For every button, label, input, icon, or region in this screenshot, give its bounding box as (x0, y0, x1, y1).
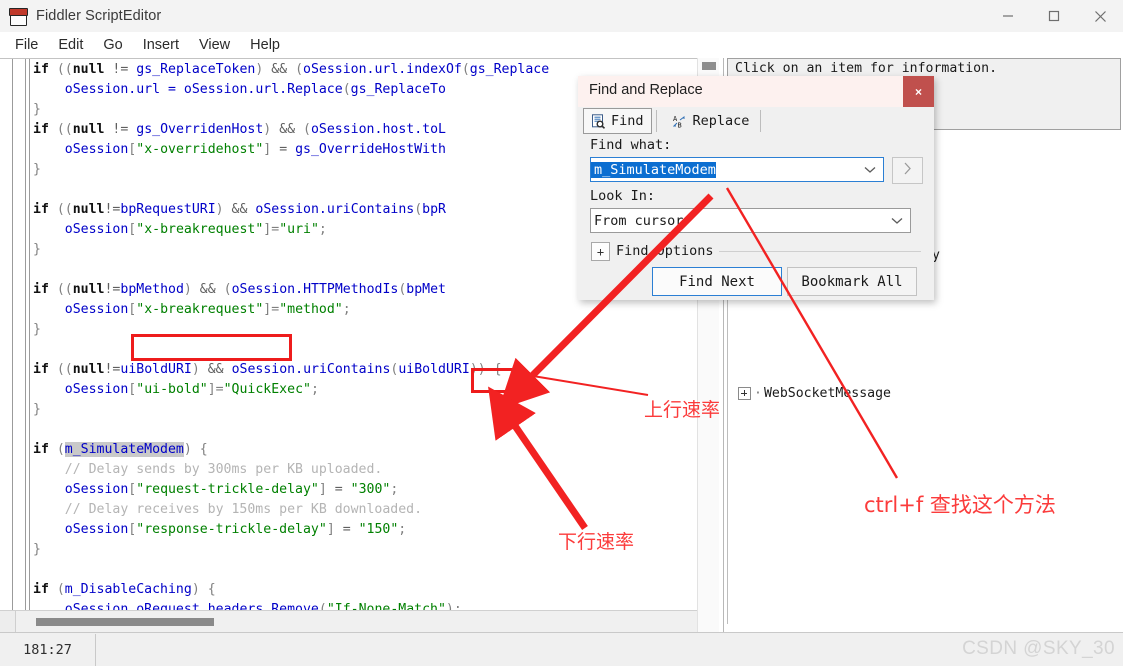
code-line: if (m_SimulateModem) { (33, 442, 208, 457)
menu-item-file[interactable]: File (6, 34, 47, 56)
editor-gutter-inner (29, 59, 30, 611)
code-line: } (33, 322, 41, 337)
code-line: if ((null!=bpRequestURI) && oSession.uri… (33, 202, 446, 217)
menu-item-go[interactable]: Go (94, 34, 131, 56)
find-options-expander[interactable]: + (591, 242, 610, 261)
csdn-watermark: CSDN @SKY_30 (962, 638, 1115, 659)
menu-item-help[interactable]: Help (241, 34, 289, 56)
svg-text:B: B (677, 121, 681, 129)
tab-separator (655, 110, 657, 132)
editor-gutter-outer (12, 59, 13, 611)
editor-horizontal-scrollbar[interactable] (0, 610, 697, 633)
title-bar: Fiddler ScriptEditor (0, 0, 1123, 32)
find-next-button[interactable]: Find Next (652, 267, 782, 296)
look-in-value: From cursor (594, 212, 684, 229)
expand-icon[interactable] (738, 387, 751, 400)
caret-position-cell: 181:27 (0, 634, 96, 666)
notepad-icon (9, 7, 28, 26)
find-options-label: Find Options (616, 243, 714, 259)
menu-bar: File Edit Go Insert View Help (0, 32, 1123, 58)
fiddler-scripteditor-window: Fiddler ScriptEditor File Edit Go Insert… (0, 0, 1123, 666)
bookmark-all-button[interactable]: Bookmark All (787, 267, 917, 296)
window-controls (985, 0, 1123, 32)
find-what-label: Find what: (590, 137, 672, 153)
tab-replace-label: Replace (692, 113, 750, 129)
chevron-down-icon[interactable] (891, 212, 903, 230)
menu-item-view[interactable]: View (190, 34, 239, 56)
code-line: oSession.url = oSession.url.Replace(gs_R… (64, 82, 446, 97)
editor-gutter-fold (25, 59, 26, 611)
code-line: oSession["response-trickle-delay"] = "15… (64, 522, 407, 537)
replace-icon: A B (672, 114, 688, 129)
menu-item-edit[interactable]: Edit (49, 34, 92, 56)
code-line: oSession["ui-bold"]="QuickExec"; (64, 382, 319, 397)
code-line: } (33, 162, 41, 177)
chevron-down-icon[interactable] (864, 161, 876, 179)
code-line: // Delay receives by 150ms per KB downlo… (33, 502, 423, 517)
tab-find[interactable]: Find (583, 108, 652, 134)
find-what-value: m_SimulateModem (591, 161, 716, 178)
code-line: if ((null!=uiBoldURI) && oSession.uriCon… (33, 362, 502, 377)
code-text: if ((null != gs_ReplaceToken) && (oSessi… (33, 60, 549, 611)
code-line: if (m_DisableCaching) { (33, 582, 216, 597)
find-and-replace-dialog[interactable]: Find and Replace × Find A B Replace Find… (578, 76, 934, 300)
tree-item-label: WebSocketMessage (763, 386, 891, 401)
look-in-label: Look In: (590, 188, 656, 204)
dialog-tabs: Find A B Replace (578, 107, 934, 135)
code-line: oSession["x-breakrequest"]="method"; (64, 302, 351, 317)
look-in-select[interactable]: From cursor (590, 208, 911, 233)
tab-separator-end (760, 110, 762, 132)
code-line: } (33, 102, 41, 117)
menu-item-insert[interactable]: Insert (134, 34, 188, 56)
code-line: // Delay sends by 300ms per KB uploaded. (33, 462, 383, 477)
close-icon[interactable] (1077, 0, 1123, 32)
code-line: if ((null != gs_ReplaceToken) && (oSessi… (33, 62, 550, 77)
vscroll-thumb[interactable] (702, 62, 716, 70)
hscroll-thumb[interactable] (36, 618, 214, 626)
tree-item-websocketmessage[interactable]: · WebSocketMessage (738, 386, 891, 401)
minimize-icon[interactable] (985, 0, 1031, 32)
dialog-body: Find what: m_SimulateModem Look In: From… (578, 135, 934, 300)
tab-find-label: Find (611, 113, 644, 129)
code-line: if ((null!=bpMethod) && (oSession.HTTPMe… (33, 282, 446, 297)
maximize-icon[interactable] (1031, 0, 1077, 32)
hscroll-left-button[interactable] (0, 611, 16, 633)
code-line: oSession["x-breakrequest"]="uri"; (64, 222, 327, 237)
find-options-divider (719, 251, 921, 252)
dialog-title-bar: Find and Replace × (578, 76, 934, 107)
window-title: Fiddler ScriptEditor (36, 8, 162, 24)
code-line: } (33, 542, 41, 557)
code-line: } (33, 242, 41, 257)
status-bar: 181:27 CSDN @SKY_30 (0, 632, 1123, 666)
find-what-input[interactable]: m_SimulateModem (590, 157, 884, 182)
code-line: oSession["request-trickle-delay"] = "300… (64, 482, 399, 497)
code-line: } (33, 402, 41, 417)
info-text: Click on an item for information. (735, 61, 998, 76)
caret-position: 181:27 (23, 642, 72, 658)
dialog-title: Find and Replace (589, 82, 703, 98)
tab-replace[interactable]: A B Replace (666, 109, 757, 133)
code-line: oSession["x-overridehost"] = gs_Override… (64, 142, 446, 157)
find-icon (591, 113, 606, 129)
chevron-right-icon (903, 162, 912, 180)
code-line: if ((null != gs_OverridenHost) && (oSess… (33, 122, 446, 137)
dialog-close-icon[interactable]: × (903, 76, 934, 107)
find-next-arrow-button[interactable] (892, 157, 923, 184)
